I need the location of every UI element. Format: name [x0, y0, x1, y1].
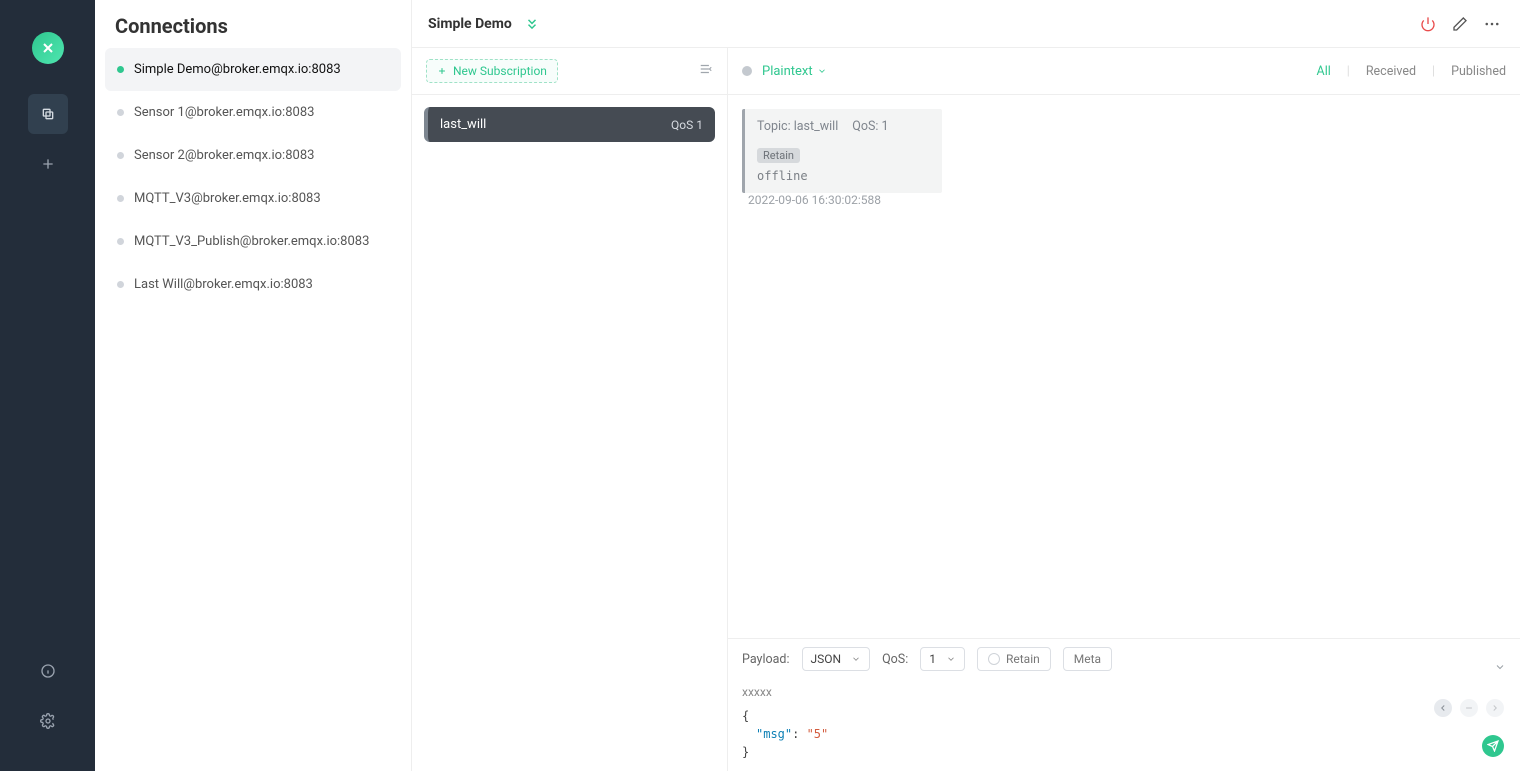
message-list: Topic: last_will QoS: 1 Retain offline 2022-… — [728, 95, 1520, 638]
sidebar-title: Connections — [95, 0, 411, 48]
json-close-brace: } — [742, 745, 749, 759]
json-key: "msg" — [756, 727, 792, 741]
connection-item-label: Last Will@broker.emqx.io:8083 — [134, 277, 313, 292]
info-icon[interactable] — [28, 651, 68, 691]
meta-button[interactable]: Meta — [1063, 647, 1112, 671]
message-qos: QoS: 1 — [852, 119, 888, 134]
json-colon: : — [792, 727, 806, 741]
retain-radio-icon — [988, 653, 1000, 665]
connection-item-label: MQTT_V3@broker.emqx.io:8083 — [134, 191, 321, 206]
payload-format-dropdown[interactable]: JSON — [802, 647, 871, 671]
connection-item-label: Simple Demo@broker.emqx.io:8083 — [134, 62, 341, 77]
message-timestamp: 2022-09-06 16:30:02:588 — [742, 193, 1506, 207]
connection-item[interactable]: Sensor 1@broker.emqx.io:8083 — [105, 91, 401, 134]
filter-received[interactable]: Received — [1366, 64, 1416, 79]
status-dot — [117, 152, 124, 159]
history-indicator-icon — [1460, 699, 1478, 717]
message-body: offline — [757, 169, 930, 183]
connection-item[interactable]: Sensor 2@broker.emqx.io:8083 — [105, 134, 401, 177]
subscription-list: last_will QoS 1 — [412, 95, 727, 154]
payload-format-label: Plaintext — [762, 64, 813, 79]
subscription-item[interactable]: last_will QoS 1 — [424, 107, 715, 142]
connection-item-label: Sensor 1@broker.emqx.io:8083 — [134, 105, 314, 120]
status-dot — [117, 66, 124, 73]
topic-chevron-icon[interactable] — [1494, 661, 1506, 676]
publisher: Payload: JSON QoS: 1 Retain — [728, 638, 1520, 771]
main-panel: Simple Demo New Subscription — [412, 0, 1520, 771]
message-card: Topic: last_will QoS: 1 Retain offline — [742, 109, 942, 193]
new-subscription-button[interactable]: New Subscription — [426, 59, 558, 83]
collapse-subs-icon[interactable] — [699, 62, 713, 80]
connection-item[interactable]: Simple Demo@broker.emqx.io:8083 — [105, 48, 401, 91]
qos-value: 1 — [929, 652, 936, 666]
publish-topic-input[interactable]: xxxxx — [742, 685, 772, 699]
message-filter-tabs: All | Received | Published — [1317, 64, 1506, 79]
qos-dropdown[interactable]: 1 — [920, 647, 965, 671]
retain-toggle[interactable]: Retain — [977, 647, 1051, 671]
subscriptions-panel: New Subscription last_will QoS 1 — [412, 48, 728, 771]
connection-item-label: Sensor 2@broker.emqx.io:8083 — [134, 148, 314, 163]
connection-title: Simple Demo — [428, 16, 512, 32]
connections-nav-icon[interactable] — [28, 94, 68, 134]
connections-sidebar: Connections Simple Demo@broker.emqx.io:8… — [95, 0, 412, 771]
app-logo — [32, 32, 64, 64]
connection-list: Simple Demo@broker.emqx.io:8083 Sensor 1@… — [95, 48, 411, 306]
nav-rail — [0, 0, 95, 771]
filter-published[interactable]: Published — [1451, 64, 1506, 79]
settings-icon[interactable] — [28, 701, 68, 741]
status-dot — [117, 281, 124, 288]
publish-body-editor[interactable]: { "msg": "5" } — [728, 703, 1520, 771]
status-dot — [117, 109, 124, 116]
filter-all[interactable]: All — [1317, 64, 1331, 79]
status-dot — [117, 195, 124, 202]
new-subscription-label: New Subscription — [453, 64, 547, 78]
connection-item[interactable]: Last Will@broker.emqx.io:8083 — [105, 263, 401, 306]
history-back-icon[interactable] — [1434, 699, 1452, 717]
payload-format-select[interactable]: Plaintext — [762, 64, 827, 79]
payload-label: Payload: — [742, 652, 790, 667]
json-value: "5" — [807, 727, 829, 741]
connection-item-label: MQTT_V3_Publish@broker.emqx.io:8083 — [134, 234, 369, 249]
qos-label: QoS: — [882, 652, 908, 667]
subscription-topic: last_will — [440, 117, 486, 132]
connection-item[interactable]: MQTT_V3_Publish@broker.emqx.io:8083 — [105, 220, 401, 263]
subscription-qos: QoS 1 — [671, 118, 703, 132]
more-icon[interactable] — [1480, 12, 1504, 36]
connection-item[interactable]: MQTT_V3@broker.emqx.io:8083 — [105, 177, 401, 220]
message-status-dot — [742, 66, 752, 76]
retain-label: Retain — [1006, 652, 1040, 666]
expand-down-icon[interactable] — [520, 12, 544, 36]
payload-format-value: JSON — [811, 652, 842, 666]
topbar: Simple Demo — [412, 0, 1520, 48]
new-nav-icon[interactable] — [28, 144, 68, 184]
retain-badge: Retain — [757, 148, 800, 163]
meta-label: Meta — [1074, 652, 1101, 666]
message-topic: Topic: last_will — [757, 119, 838, 134]
status-dot — [117, 238, 124, 245]
disconnect-icon[interactable] — [1416, 12, 1440, 36]
json-open-brace: { — [742, 709, 749, 723]
send-button[interactable] — [1482, 735, 1504, 757]
edit-icon[interactable] — [1448, 12, 1472, 36]
history-forward-icon[interactable] — [1486, 699, 1504, 717]
messages-panel: Plaintext All | Received | Published Top… — [728, 48, 1520, 771]
